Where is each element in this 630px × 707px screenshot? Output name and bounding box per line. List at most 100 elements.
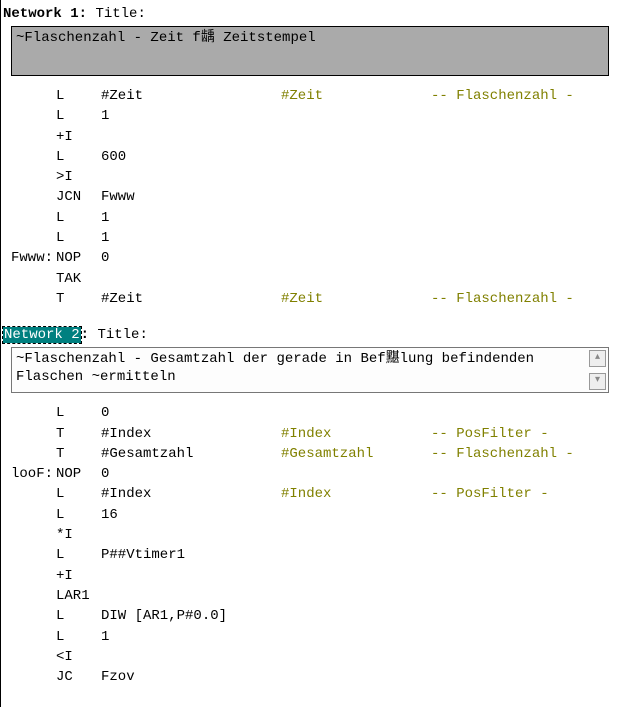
comment <box>431 627 630 647</box>
code-line[interactable]: LDIW [AR1,P#0.0] <box>11 606 609 626</box>
instruction: <I <box>56 647 101 667</box>
network2-title-box[interactable]: ~Flaschenzahl - Gesamtzahl der gerade in… <box>11 347 609 393</box>
operand: 0 <box>101 464 281 484</box>
title-scroll-down-icon[interactable]: ▾ <box>589 373 606 390</box>
instruction: +I <box>56 566 101 586</box>
code-line[interactable]: L#Zeit#Zeit-- Flaschenzahl - <box>11 86 609 106</box>
instruction: L <box>56 106 101 126</box>
line-label <box>11 525 56 545</box>
symbol <box>281 586 431 606</box>
operand <box>101 167 281 187</box>
code-line[interactable]: JCNFwww <box>11 187 609 207</box>
comment <box>431 667 630 687</box>
symbol <box>281 208 431 228</box>
operand: Fwww <box>101 187 281 207</box>
line-label <box>11 127 56 147</box>
code-line[interactable]: LAR1 <box>11 586 609 606</box>
network2-label[interactable]: Network 2 <box>3 327 81 343</box>
line-label <box>11 403 56 423</box>
code-line[interactable]: *I <box>11 525 609 545</box>
line-label <box>11 147 56 167</box>
symbol: #Index <box>281 484 431 504</box>
instruction: L <box>56 86 101 106</box>
network1-title-text: ~Flaschenzahl - Zeit f龋 Zeitstempel <box>16 30 316 46</box>
operand: #Gesamtzahl <box>101 444 281 464</box>
operand: 0 <box>101 248 281 268</box>
symbol: #Zeit <box>281 289 431 309</box>
operand: #Zeit <box>101 289 281 309</box>
instruction: *I <box>56 525 101 545</box>
symbol <box>281 545 431 565</box>
operand: 1 <box>101 627 281 647</box>
network1-label[interactable]: Network 1 <box>3 6 79 22</box>
symbol <box>281 525 431 545</box>
comment: -- Flaschenzahl - <box>431 86 630 106</box>
symbol <box>281 464 431 484</box>
title-scroll-up-icon[interactable]: ▴ <box>589 350 606 367</box>
operand <box>101 566 281 586</box>
comment <box>431 606 630 626</box>
symbol <box>281 269 431 289</box>
code-line[interactable]: TAK <box>11 269 609 289</box>
line-label <box>11 86 56 106</box>
network2-header: Network 2: Title: <box>1 327 619 343</box>
instruction: NOP <box>56 464 101 484</box>
instruction: T <box>56 424 101 444</box>
symbol <box>281 606 431 626</box>
network2-code[interactable]: L0T#Index#Index-- PosFilter -T#Gesamtzah… <box>1 403 619 703</box>
code-line[interactable]: L1 <box>11 228 609 248</box>
network2-title-word: Title: <box>97 327 147 343</box>
operand <box>101 269 281 289</box>
code-line[interactable]: L16 <box>11 505 609 525</box>
comment: -- PosFilter - <box>431 424 630 444</box>
code-line[interactable]: T#Index#Index-- PosFilter - <box>11 424 609 444</box>
line-label <box>11 667 56 687</box>
instruction: TAK <box>56 269 101 289</box>
comment <box>431 403 630 423</box>
code-line[interactable]: +I <box>11 127 609 147</box>
symbol <box>281 647 431 667</box>
code-line[interactable]: <I <box>11 647 609 667</box>
code-line[interactable]: LP##Vtimer1 <box>11 545 609 565</box>
symbol <box>281 127 431 147</box>
comment <box>431 647 630 667</box>
code-line[interactable]: +I <box>11 566 609 586</box>
line-label <box>11 586 56 606</box>
symbol <box>281 147 431 167</box>
instruction: T <box>56 444 101 464</box>
code-line[interactable]: T#Zeit#Zeit-- Flaschenzahl - <box>11 289 609 309</box>
comment <box>431 545 630 565</box>
operand: P##Vtimer1 <box>101 545 281 565</box>
line-label <box>11 545 56 565</box>
operand: 600 <box>101 147 281 167</box>
code-line[interactable]: T#Gesamtzahl#Gesamtzahl-- Flaschenzahl - <box>11 444 609 464</box>
network1-title-box[interactable]: ~Flaschenzahl - Zeit f龋 Zeitstempel <box>11 26 609 76</box>
code-line[interactable]: L0 <box>11 403 609 423</box>
editor-page: Network 1: Title: ~Flaschenzahl - Zeit f… <box>0 0 619 707</box>
line-label <box>11 606 56 626</box>
code-line[interactable]: L1 <box>11 208 609 228</box>
code-line[interactable]: L#Index#Index-- PosFilter - <box>11 484 609 504</box>
code-line[interactable]: Fwww:NOP0 <box>11 248 609 268</box>
code-line[interactable]: L1 <box>11 106 609 126</box>
code-line[interactable]: >I <box>11 167 609 187</box>
line-label <box>11 289 56 309</box>
line-label <box>11 187 56 207</box>
instruction: L <box>56 627 101 647</box>
code-line[interactable]: looF:NOP0 <box>11 464 609 484</box>
line-label <box>11 167 56 187</box>
symbol <box>281 106 431 126</box>
instruction: L <box>56 208 101 228</box>
operand <box>101 586 281 606</box>
comment: -- Flaschenzahl - <box>431 289 630 309</box>
code-line[interactable]: JCFzov <box>11 667 609 687</box>
instruction: NOP <box>56 248 101 268</box>
operand: 1 <box>101 208 281 228</box>
network1-header: Network 1: Title: <box>1 6 619 22</box>
comment <box>431 187 630 207</box>
instruction: T <box>56 289 101 309</box>
network1-code[interactable]: L#Zeit#Zeit-- Flaschenzahl -L1+IL600>IJC… <box>1 86 619 325</box>
symbol <box>281 167 431 187</box>
code-line[interactable]: L600 <box>11 147 609 167</box>
code-line[interactable]: L1 <box>11 627 609 647</box>
